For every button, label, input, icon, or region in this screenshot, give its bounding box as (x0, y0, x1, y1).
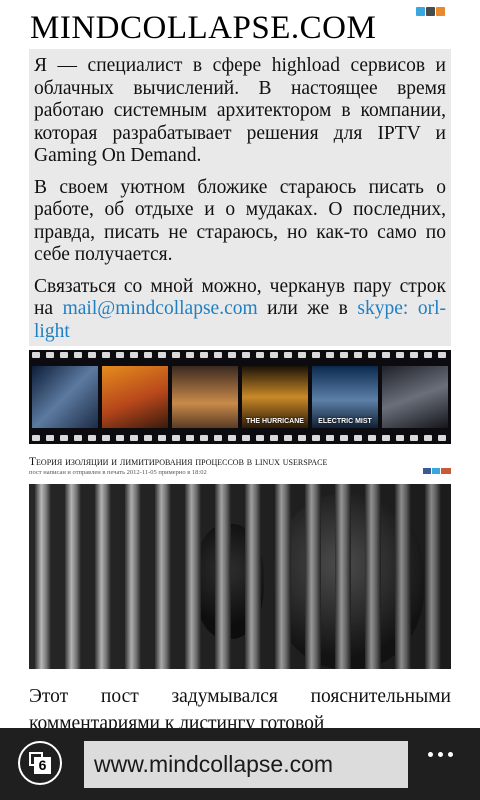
contact-text-2: или же в (257, 298, 358, 319)
web-page: MINDCOLLAPSE.COM Я — специалист в сфере … (0, 0, 480, 728)
film-frame-6 (382, 366, 448, 428)
intro-paragraph-2: В своем уютном бложике стараюсь писать о… (34, 176, 446, 266)
rss-icon[interactable] (436, 7, 445, 16)
browser-app-bar: 6 (0, 728, 480, 800)
post-meta: пост написан и отправлен в печать 2012-1… (29, 469, 207, 476)
post-image (29, 484, 451, 669)
email-icon[interactable] (441, 468, 451, 474)
post-excerpt: Этот пост задумывался пояснительными ком… (29, 686, 451, 728)
site-title[interactable]: MINDCOLLAPSE.COM (30, 10, 376, 47)
tabs-button[interactable]: 6 (18, 741, 62, 785)
film-frame-2 (102, 366, 168, 428)
film-frame-3 (172, 366, 238, 428)
tab-count: 6 (34, 757, 51, 774)
email-link[interactable]: mail@mindcollapse.com (63, 298, 258, 319)
more-dots-icon[interactable] (428, 752, 460, 762)
twitter-icon[interactable] (432, 468, 440, 474)
intro-paragraph-1: Я — специалист в сфере highload сервисов… (34, 55, 446, 166)
film-frame-4: THE HURRICANE (242, 366, 308, 428)
tabs-icon: 6 (29, 752, 51, 774)
film-frames: THE HURRICANE ELECTRIC MIST (32, 366, 448, 428)
address-bar[interactable] (84, 741, 408, 788)
intro-paragraph-3: Связаться со мной можно, черканув пару с… (34, 276, 446, 344)
post-title[interactable]: Теория изоляции и лимитирования процессо… (29, 456, 327, 468)
film-perforations-bottom (29, 435, 451, 442)
intro-box: Я — специалист в сфере highload сервисов… (29, 49, 451, 346)
google-plus-icon[interactable] (426, 7, 435, 16)
share-icons (423, 468, 451, 474)
twitter-icon[interactable] (416, 7, 425, 16)
filmstrip-banner[interactable]: THE HURRICANE ELECTRIC MIST (29, 350, 451, 444)
film-frame-1 (32, 366, 98, 428)
film-frame-5: ELECTRIC MIST (312, 366, 378, 428)
social-icons (416, 7, 445, 16)
film-perforations-top (29, 352, 451, 359)
facebook-icon[interactable] (423, 468, 431, 474)
